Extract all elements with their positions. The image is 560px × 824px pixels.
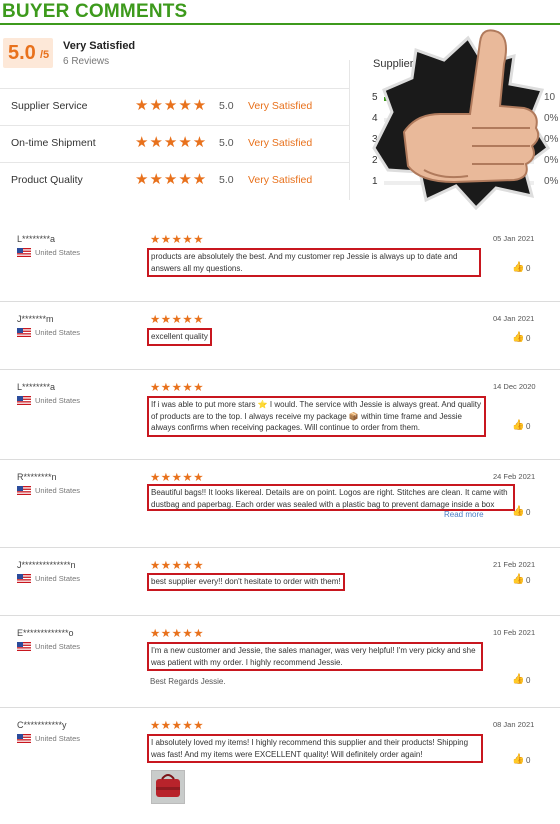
review-item: E*************o United States ★★★★★ 10 F…: [0, 616, 560, 708]
reviewer-country: United States: [35, 396, 81, 405]
like-count: 0: [526, 676, 531, 685]
reviewer-country: United States: [35, 734, 81, 743]
thumbs-up-icon[interactable]: 👍: [512, 574, 524, 585]
star-rating: ★★★★★: [150, 234, 205, 246]
review-text: products are absolutely the best. And my…: [147, 248, 481, 277]
panel-divider: [349, 60, 350, 200]
score-badge: 5.0 /5: [3, 38, 53, 68]
reviewer-name: J**************n: [17, 560, 76, 570]
star-rating: ★★★★★: [150, 382, 205, 394]
review-photo-thumbnail[interactable]: [151, 770, 185, 804]
thumbs-up-icon[interactable]: 👍: [512, 332, 524, 343]
review-text: I'm a new customer and Jessie, the sales…: [147, 642, 483, 671]
reviewer-country: United States: [35, 328, 81, 337]
review-text: I absolutely loved my items! I highly re…: [147, 734, 483, 763]
us-flag-icon: [17, 248, 31, 257]
metric-value: 5.0: [219, 100, 234, 112]
review-date: 08 Jan 2021: [493, 720, 535, 729]
reviewer-name: E*************o: [17, 628, 74, 638]
metric-label: Product Quality: [11, 174, 83, 186]
section-title: BUYER COMMENTS: [2, 1, 188, 22]
like-count: 0: [526, 422, 531, 431]
thumbs-up-icon[interactable]: 👍: [512, 262, 524, 273]
star-rating: ★★★★★: [150, 472, 205, 484]
overall-score: 5.0: [8, 42, 36, 64]
metric-text: Very Satisfied: [248, 137, 313, 149]
metric-row-on-time-shipment: On-time Shipment ★★★★★ 5.0 Very Satisfie…: [0, 125, 350, 161]
reviewer-name: R********n: [17, 472, 57, 482]
review-count: 6 Reviews: [63, 56, 110, 67]
us-flag-icon: [17, 574, 31, 583]
review-item: J**************n United States ★★★★★ 21 …: [0, 548, 560, 616]
us-flag-icon: [17, 328, 31, 337]
thumbs-up-icon[interactable]: 👍: [512, 674, 524, 685]
reviewer-country: United States: [35, 642, 81, 651]
reviewer-name: J*******m: [17, 314, 54, 324]
star-rating: ★★★★★: [135, 134, 208, 151]
star-rating: ★★★★★: [150, 314, 205, 326]
like-count: 0: [526, 334, 531, 343]
metric-label: On-time Shipment: [11, 137, 96, 149]
like-count: 0: [526, 576, 531, 585]
reviewer-name: L********a: [17, 382, 56, 392]
review-item: R********n United States ★★★★★ 24 Feb 20…: [0, 460, 560, 548]
review-signoff: Best Regards Jessie.: [150, 677, 226, 686]
review-item: L********a United States ★★★★★ 14 Dec 20…: [0, 370, 560, 460]
review-text: Beautiful bags!! It looks likereal. Deta…: [147, 484, 515, 511]
metric-row-supplier-service: Supplier Service ★★★★★ 5.0 Very Satisfie…: [0, 88, 350, 124]
review-date: 04 Jan 2021: [493, 314, 535, 323]
metric-value: 5.0: [219, 137, 234, 149]
star-rating: ★★★★★: [150, 560, 205, 572]
review-date: 14 Dec 2020: [493, 382, 536, 391]
metric-text: Very Satisfied: [248, 174, 313, 186]
thumbs-up-icon[interactable]: 👍: [512, 754, 524, 765]
reviewer-name: L********a: [17, 234, 56, 244]
overall-rating: 5.0 /5 Very Satisfied 6 Reviews: [0, 34, 350, 90]
reviewer-country: United States: [35, 574, 81, 583]
review-item: C***********y United States ★★★★★ 08 Jan…: [0, 708, 560, 822]
thumbs-up-image: [372, 29, 551, 210]
us-flag-icon: [17, 486, 31, 495]
like-count: 0: [526, 756, 531, 765]
review-date: 21 Feb 2021: [493, 560, 536, 569]
like-count: 0: [526, 508, 531, 517]
review-text: best supplier every!! don't hesitate to …: [147, 573, 345, 591]
bag-image: [156, 774, 180, 797]
review-item: J*******m United States ★★★★★ 04 Jan 202…: [0, 302, 560, 370]
thumbs-up-icon[interactable]: 👍: [512, 420, 524, 431]
reviewer-country: United States: [35, 248, 81, 257]
review-text: excellent quality: [147, 328, 212, 346]
review-text: If i was able to put more stars ⭐ I woul…: [147, 396, 486, 437]
star-rating: ★★★★★: [150, 720, 205, 732]
read-more-link[interactable]: Read more: [444, 510, 484, 519]
star-rating: ★★★★★: [135, 171, 208, 188]
reviewer-country: United States: [35, 486, 81, 495]
review-date: 05 Jan 2021: [493, 234, 535, 243]
metric-row-product-quality: Product Quality ★★★★★ 5.0 Very Satisfied: [0, 162, 350, 198]
overall-label: Very Satisfied: [63, 40, 136, 52]
us-flag-icon: [17, 396, 31, 405]
us-flag-icon: [17, 734, 31, 743]
us-flag-icon: [17, 642, 31, 651]
metric-value: 5.0: [219, 174, 234, 186]
review-item: L********a United States ★★★★★ 05 Jan 20…: [0, 222, 560, 302]
metric-text: Very Satisfied: [248, 100, 313, 112]
metric-label: Supplier Service: [11, 100, 88, 112]
star-rating: ★★★★★: [150, 628, 205, 640]
review-date: 24 Feb 2021: [493, 472, 536, 481]
like-count: 0: [526, 264, 531, 273]
reviewer-name: C***********y: [17, 720, 67, 730]
star-rating: ★★★★★: [135, 97, 208, 114]
review-date: 10 Feb 2021: [493, 628, 536, 637]
thumbs-up-icon[interactable]: 👍: [512, 506, 524, 517]
overall-score-max: /5: [40, 49, 50, 61]
